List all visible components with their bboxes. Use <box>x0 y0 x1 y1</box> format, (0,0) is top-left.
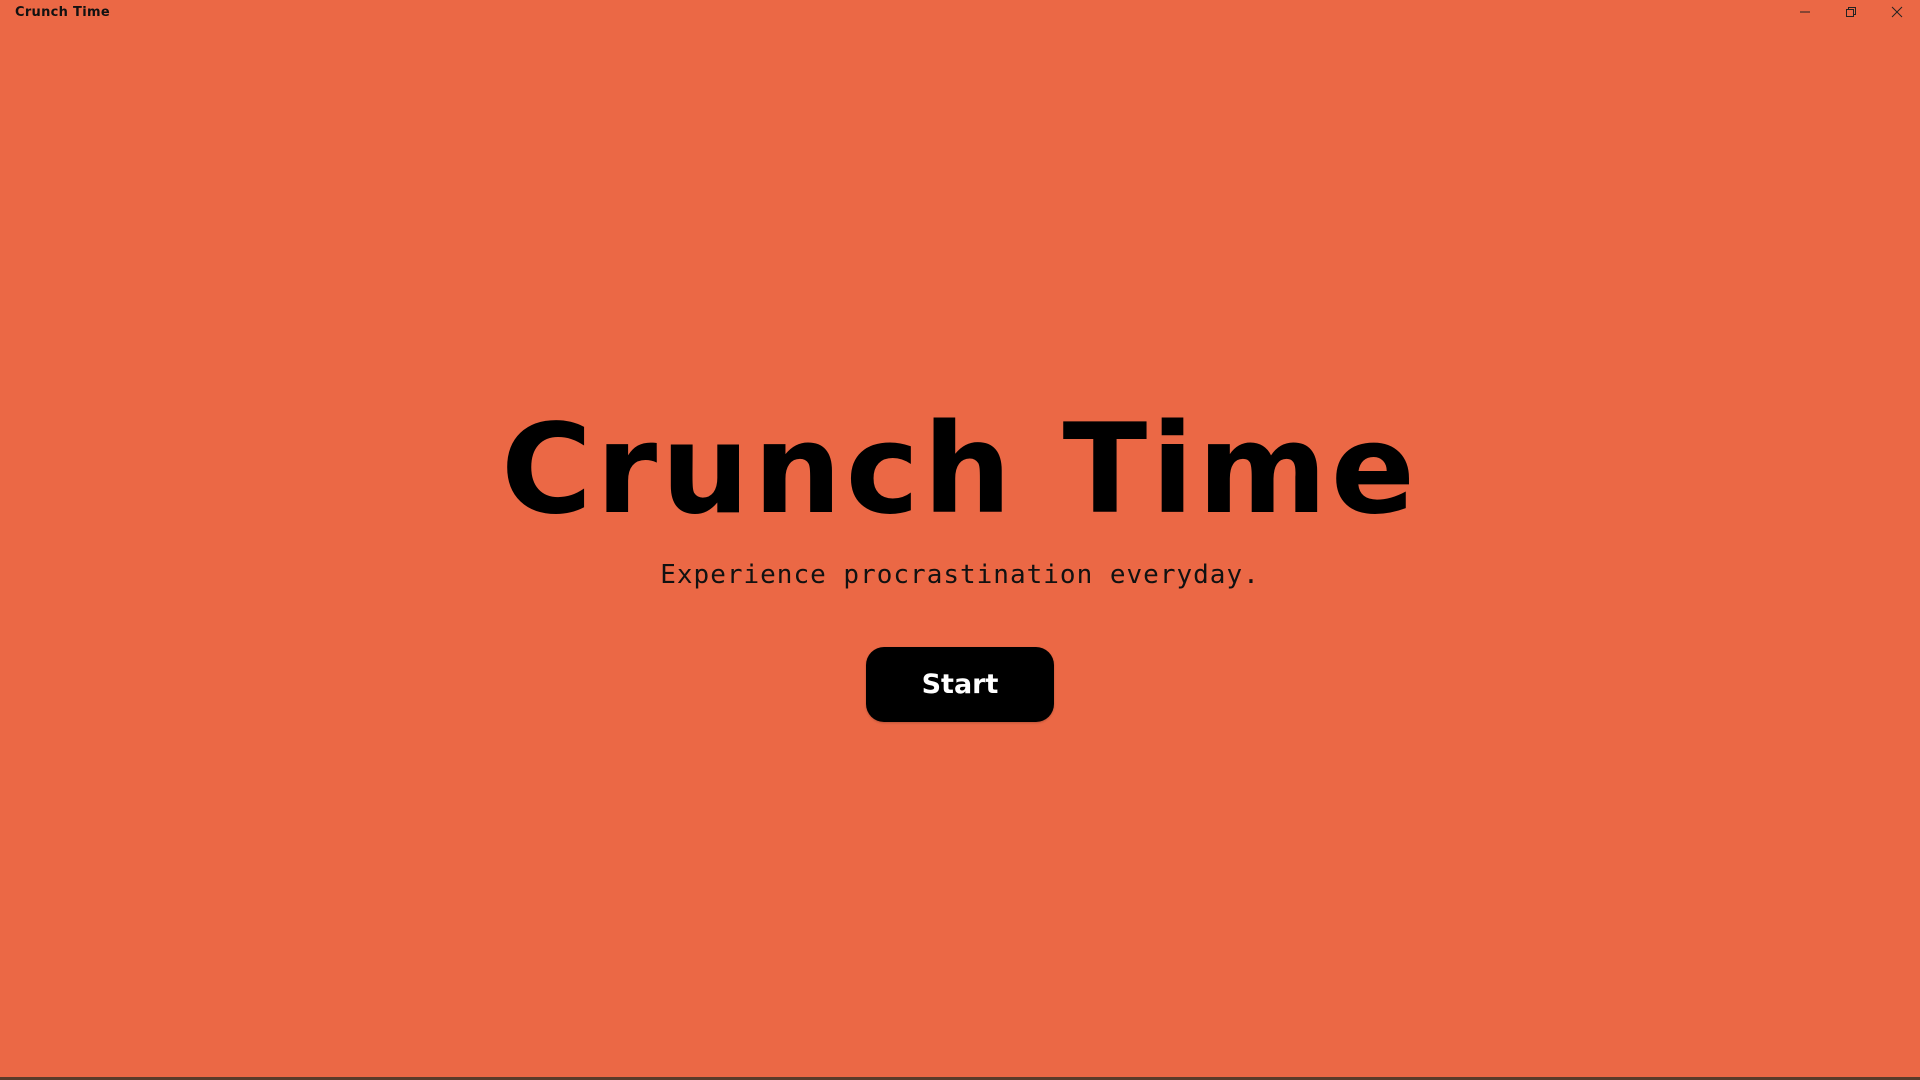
tagline: Experience procrastination everyday. <box>660 560 1260 590</box>
app-window: Crunch Time Crunch Time Experience procr… <box>0 0 1920 1080</box>
start-button[interactable]: Start <box>866 647 1054 722</box>
home-screen: Crunch Time Experience procrastination e… <box>0 0 1920 1080</box>
game-title: Crunch Time <box>500 398 1420 542</box>
